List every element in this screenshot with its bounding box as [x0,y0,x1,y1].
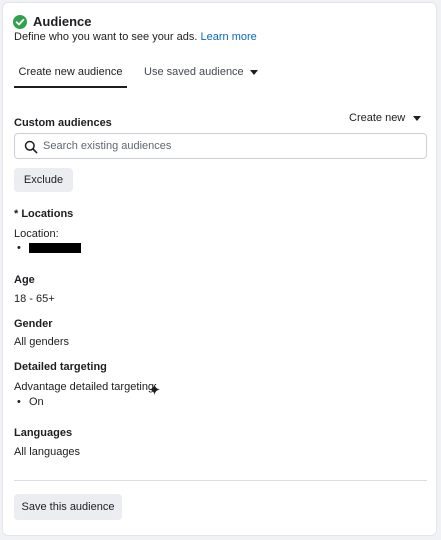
footer-divider [14,480,427,481]
advantage-targeting-label: Advantage detailed targeting: [14,381,158,393]
section-subtitle: Define who you want to see your ads. Lea… [14,31,257,43]
advantage-bullet: • [17,396,21,408]
languages-label: Languages [14,427,73,439]
save-audience-button[interactable]: Save this audience [14,494,122,520]
location-sub-label: Location: [14,228,59,240]
subtitle-text: Define who you want to see your ads. [14,31,198,43]
section-title: Audience [33,14,92,29]
redacted-location [29,243,81,253]
caret-down-icon [249,69,258,75]
detailed-targeting-label: Detailed targeting [14,361,107,373]
check-circle-icon [13,15,27,29]
search-icon [24,140,38,154]
search-audiences-input[interactable] [43,137,413,155]
languages-value: All languages [14,446,81,458]
create-new-label: Create new [349,112,406,124]
tab-use-saved-audience[interactable]: Use saved audience [144,66,258,78]
custom-audiences-label: Custom audiences [14,117,112,129]
sparkle-icon [149,382,160,395]
exclude-button[interactable]: Exclude [14,168,73,192]
age-value: 18 - 65+ [14,293,55,305]
advantage-targeting-value: On [29,396,44,408]
active-tab-indicator [14,86,127,88]
audience-card: Audience Define who you want to see your… [2,2,437,536]
create-new-dropdown[interactable]: Create new [349,112,422,124]
locations-label: * Locations [14,208,74,220]
gender-value: All genders [14,336,70,348]
location-bullet: • [17,242,21,254]
caret-down-icon [413,115,422,121]
gender-label: Gender [14,318,53,330]
tab-use-saved-audience-label: Use saved audience [144,66,244,78]
age-label: Age [14,274,35,286]
learn-more-link[interactable]: Learn more [201,31,257,43]
tab-create-new-audience[interactable]: Create new audience [14,66,127,88]
search-audiences-box[interactable] [14,133,427,159]
